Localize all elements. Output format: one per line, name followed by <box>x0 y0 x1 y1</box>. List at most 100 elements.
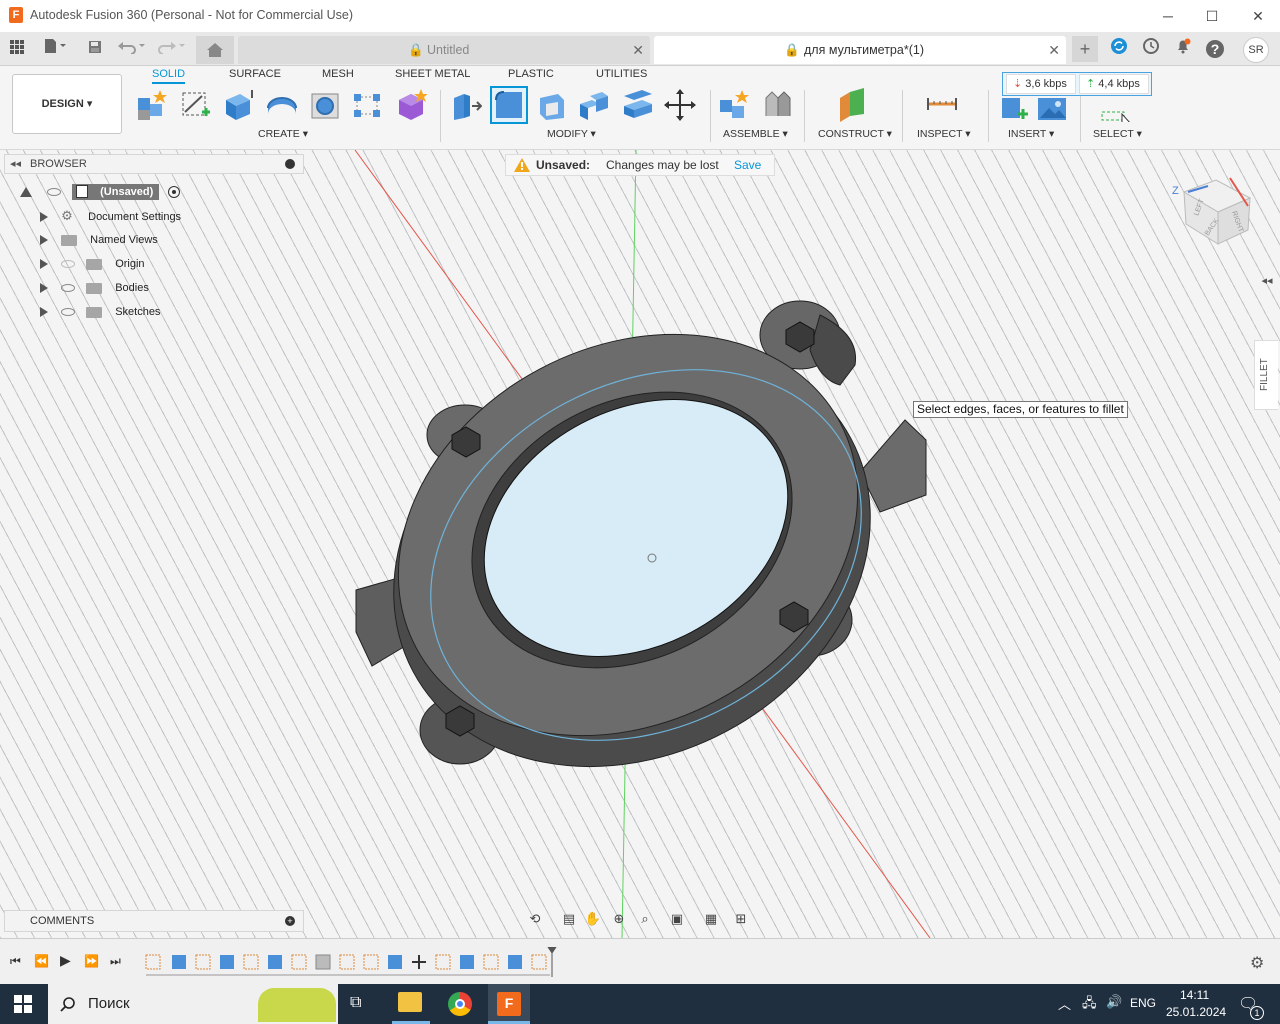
undo-icon[interactable] <box>116 38 148 60</box>
close-tab-icon[interactable]: ✕ <box>632 36 644 64</box>
visibility-icon[interactable] <box>61 308 76 317</box>
notifications-icon[interactable] <box>1172 38 1194 60</box>
redo-icon[interactable] <box>156 38 188 60</box>
minimize-button[interactable]: ─ <box>1158 6 1178 26</box>
form-icon[interactable] <box>395 88 427 122</box>
browser-options-icon[interactable] <box>285 159 295 169</box>
inspect-menu[interactable]: INSPECT ▾ <box>917 128 971 140</box>
job-status-icon[interactable] <box>1140 38 1162 60</box>
viewports-icon[interactable]: ⊞ <box>732 910 750 928</box>
revolve-icon[interactable] <box>266 88 298 122</box>
split-body-icon[interactable] <box>622 88 654 122</box>
new-component-icon[interactable] <box>136 88 168 122</box>
fit-icon[interactable]: ⌕ <box>636 910 654 928</box>
tab-plastic[interactable]: PLASTIC <box>508 68 554 84</box>
press-pull-icon[interactable] <box>450 88 482 122</box>
zoom-icon[interactable]: ⊕ <box>610 910 628 928</box>
timeline-feature-icons[interactable] <box>145 954 547 970</box>
orbit-icon[interactable]: ⟲ <box>526 910 544 928</box>
taskbar-search-box[interactable]: Поиск <box>48 984 338 1024</box>
close-tab-icon[interactable]: ✕ <box>1048 36 1060 64</box>
browser-item-document-settings[interactable]: ⚙ Document Settings <box>40 205 181 227</box>
show-hidden-icons-chevron-icon[interactable]: ︿ <box>1058 994 1071 1013</box>
fillet-dialog-collapsed[interactable]: FILLET <box>1254 340 1278 410</box>
comments-panel-header[interactable]: COMMENTS + <box>4 910 304 932</box>
grid-settings-icon[interactable]: ▦ <box>702 910 720 928</box>
fusion-taskbar-button[interactable]: F <box>488 984 530 1024</box>
tab-surface[interactable]: SURFACE <box>229 68 281 84</box>
fillet-tool-button[interactable] <box>490 86 528 124</box>
measure-icon[interactable] <box>926 88 958 122</box>
tab-mesh[interactable]: MESH <box>322 68 354 84</box>
3d-viewport[interactable]: Z LEFT BACK RIGHT ◂◂ FILLET <box>0 150 1280 938</box>
chrome-icon[interactable] <box>448 992 472 1016</box>
pattern-icon[interactable] <box>351 88 383 122</box>
expand-icon[interactable] <box>40 307 48 318</box>
maximize-button[interactable]: ☐ <box>1202 6 1222 26</box>
tab-untitled[interactable]: 🔒 Untitled ✕ <box>238 36 650 64</box>
close-window-button[interactable]: ✕ <box>1248 6 1268 26</box>
go-to-start-icon[interactable]: ⏮ <box>10 954 21 969</box>
input-language[interactable]: ENG <box>1130 996 1156 1010</box>
modify-menu[interactable]: MODIFY ▾ <box>547 128 596 140</box>
tab-active-document[interactable]: 🔒 для мультиметра*(1) ✕ <box>654 36 1066 64</box>
windows-start-icon[interactable] <box>14 995 32 1013</box>
pan-icon[interactable]: ✋ <box>584 910 602 928</box>
visibility-icon[interactable] <box>47 188 62 197</box>
model-canvas[interactable] <box>0 150 1280 938</box>
move-copy-icon[interactable] <box>664 88 696 122</box>
sync-icon[interactable] <box>1108 38 1130 60</box>
expand-icon[interactable] <box>40 235 48 246</box>
collapse-panel-icon[interactable]: ◂◂ <box>1256 274 1278 292</box>
assemble-menu[interactable]: ASSEMBLE ▾ <box>723 128 788 140</box>
tab-solid[interactable]: SOLID <box>152 68 186 84</box>
new-tab-button[interactable]: + <box>1072 36 1098 62</box>
combine-icon[interactable] <box>578 88 610 122</box>
extrude-icon[interactable] <box>222 88 254 122</box>
create-menu[interactable]: CREATE ▾ <box>258 128 308 140</box>
step-back-icon[interactable]: ⏪ <box>34 954 49 968</box>
tab-sheet-metal[interactable]: SHEET METAL <box>395 68 470 84</box>
timeline-settings-gear-icon[interactable]: ⚙ <box>1250 953 1264 973</box>
visibility-icon[interactable] <box>61 284 76 293</box>
view-cube[interactable]: Z LEFT BACK RIGHT <box>1168 172 1254 252</box>
add-comment-icon[interactable]: + <box>285 916 295 926</box>
insert-menu[interactable]: INSERT ▾ <box>1008 128 1054 140</box>
workspace-switcher[interactable]: DESIGN ▾ <box>12 74 122 134</box>
create-sketch-icon[interactable] <box>180 88 212 122</box>
play-icon[interactable]: ▶ <box>60 952 71 969</box>
task-view-icon[interactable]: ⧉ <box>350 994 361 1012</box>
network-icon[interactable]: 🖧 <box>1082 994 1097 1016</box>
activate-radio-icon[interactable] <box>168 186 181 199</box>
user-avatar[interactable]: SR <box>1243 37 1269 63</box>
expand-root-icon[interactable] <box>20 187 32 198</box>
hidden-eye-icon[interactable] <box>61 260 76 269</box>
browser-item-bodies[interactable]: Bodies <box>40 277 149 299</box>
collapse-browser-icon[interactable]: ◂◂ <box>10 155 21 173</box>
timeline-marker[interactable] <box>547 947 557 977</box>
expand-icon[interactable] <box>40 212 48 223</box>
tab-utilities[interactable]: UTILITIES <box>596 68 647 84</box>
expand-icon[interactable] <box>40 259 48 270</box>
app-grid-icon[interactable] <box>6 38 28 60</box>
save-link[interactable]: Save <box>734 155 761 175</box>
timeline-features[interactable] <box>140 947 560 979</box>
browser-item-named-views[interactable]: Named Views <box>40 229 158 251</box>
browser-item-origin[interactable]: Origin <box>40 253 145 275</box>
browser-item-sketches[interactable]: Sketches <box>40 301 160 323</box>
look-at-icon[interactable]: ▤ <box>560 910 578 928</box>
clock-date[interactable]: 25.01.2024 <box>1166 1005 1226 1019</box>
part-body[interactable] <box>319 256 945 848</box>
display-settings-icon[interactable]: ▣ <box>668 910 686 928</box>
expand-icon[interactable] <box>40 283 48 294</box>
home-tab[interactable] <box>196 36 234 64</box>
browser-panel-header[interactable]: ◂◂ BROWSER <box>4 154 304 174</box>
joint-icon[interactable] <box>762 88 794 122</box>
go-to-end-icon[interactable]: ⏭ <box>110 954 121 969</box>
help-icon[interactable]: ? <box>1206 40 1224 58</box>
save-icon[interactable] <box>84 38 106 60</box>
select-menu[interactable]: SELECT ▾ <box>1093 128 1142 140</box>
step-forward-icon[interactable]: ⏩ <box>84 954 99 968</box>
file-menu-icon[interactable] <box>40 38 70 60</box>
file-explorer-icon[interactable] <box>398 992 422 1012</box>
